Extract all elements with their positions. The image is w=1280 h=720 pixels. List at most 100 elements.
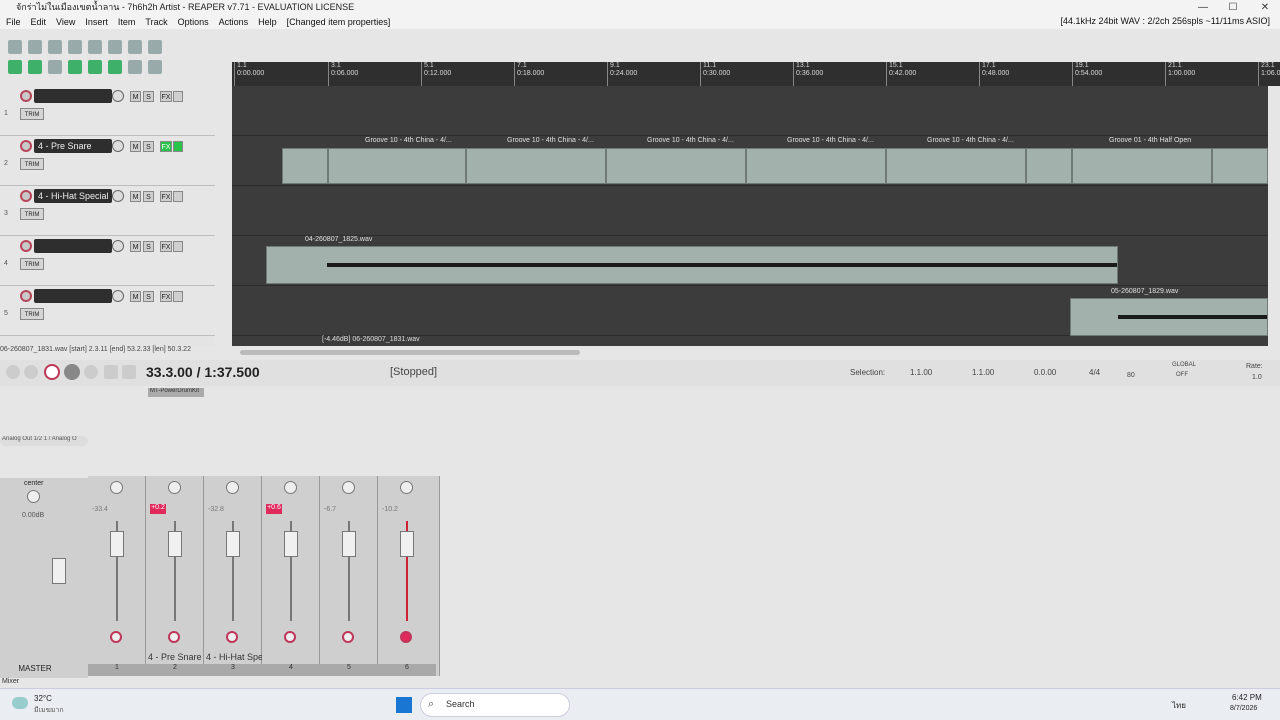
pan-knob[interactable] xyxy=(226,481,239,494)
volume-fader[interactable] xyxy=(284,531,298,557)
track-lane[interactable]: 05-260807_1829.wav xyxy=(232,286,1268,336)
track-header[interactable]: 4 M S FX TRIM xyxy=(0,236,215,286)
trim-button[interactable]: TRIM xyxy=(20,258,44,270)
volume-knob[interactable] xyxy=(112,240,124,252)
selection-start[interactable]: 1.1.00 xyxy=(910,368,932,377)
trim-button[interactable]: TRIM xyxy=(20,308,44,320)
volume-fader[interactable] xyxy=(168,531,182,557)
record-arm-button[interactable] xyxy=(284,631,296,643)
minimize-button[interactable]: — xyxy=(1188,0,1218,15)
phase-button[interactable] xyxy=(173,91,183,102)
go-start-icon[interactable] xyxy=(6,365,20,379)
ripple-icon[interactable] xyxy=(28,60,42,74)
media-item[interactable]: Groove 10 - 4th China - 4/... xyxy=(746,137,886,184)
volume-fader[interactable] xyxy=(110,531,124,557)
media-item[interactable]: Groove 01 - 4th Half Open xyxy=(1072,137,1212,184)
phase-button[interactable] xyxy=(173,191,183,202)
media-item[interactable] xyxy=(1212,148,1268,184)
trim-button[interactable]: TRIM xyxy=(20,208,44,220)
record-arm-button[interactable] xyxy=(20,90,32,102)
record-arm-button[interactable] xyxy=(20,190,32,202)
mixer-tab[interactable]: Mixer xyxy=(2,678,19,685)
menu-actions[interactable]: Actions xyxy=(219,17,249,27)
menu-file[interactable]: File xyxy=(6,17,21,27)
solo-button[interactable]: S xyxy=(143,141,154,152)
phase-button[interactable] xyxy=(173,141,183,152)
close-button[interactable]: ✕ xyxy=(1250,0,1280,15)
menu-track[interactable]: Track xyxy=(145,17,167,27)
mute-button[interactable]: M xyxy=(130,241,141,252)
pause-icon[interactable] xyxy=(122,365,136,379)
volume-fader[interactable] xyxy=(342,531,356,557)
master-routing[interactable]: Analog Out 1/2 1 / Analog O xyxy=(0,436,88,446)
trim-button[interactable]: TRIM xyxy=(20,108,44,120)
pan-knob[interactable] xyxy=(110,481,123,494)
mute-button[interactable]: M xyxy=(130,191,141,202)
track-name[interactable] xyxy=(34,239,112,253)
fx-button[interactable]: FX xyxy=(160,91,172,102)
solo-button[interactable]: S xyxy=(143,191,154,202)
media-item[interactable]: Groove 10 - 4th China - 4/... xyxy=(466,137,606,184)
volume-knob[interactable] xyxy=(112,290,124,302)
record-arm-button[interactable] xyxy=(226,631,238,643)
track-lane[interactable] xyxy=(232,86,1268,136)
envelope-points-icon[interactable] xyxy=(88,60,102,74)
weather-temp[interactable]: 32°C xyxy=(34,694,52,703)
auto-crossfade-icon[interactable] xyxy=(68,60,82,74)
fx-button[interactable]: FX xyxy=(160,291,172,302)
play-icon[interactable] xyxy=(64,364,80,380)
snap-icon[interactable] xyxy=(8,60,22,74)
solo-button[interactable]: S xyxy=(143,241,154,252)
search-input[interactable] xyxy=(420,693,570,717)
clock-date[interactable]: 8/7/2026 xyxy=(1230,705,1257,712)
go-end-icon[interactable] xyxy=(24,365,38,379)
arrange-view[interactable]: Groove 10 - 4th China - 4/... Groove 10 … xyxy=(232,86,1268,346)
track-name[interactable] xyxy=(34,89,112,103)
pan-knob[interactable] xyxy=(168,481,181,494)
horizontal-scrollbar[interactable] xyxy=(240,350,580,355)
track-name[interactable] xyxy=(34,289,112,303)
trim-behind-icon[interactable] xyxy=(148,60,162,74)
mixer-strip[interactable]: -33.4 1 xyxy=(88,476,146,676)
undo-icon[interactable] xyxy=(88,40,102,54)
mute-button[interactable]: M xyxy=(130,91,141,102)
weather-icon[interactable] xyxy=(12,697,28,709)
metronome-icon[interactable] xyxy=(128,40,142,54)
menu-item[interactable]: Item xyxy=(118,17,136,27)
language-indicator[interactable]: ไทย xyxy=(1172,699,1186,712)
track-name[interactable]: 4 - Pre Snare xyxy=(34,139,112,153)
pan-knob[interactable] xyxy=(27,490,40,503)
phase-button[interactable] xyxy=(173,291,183,302)
loop-icon[interactable] xyxy=(108,60,122,74)
phase-button[interactable] xyxy=(173,241,183,252)
mixer-strip[interactable]: -6.7 5 xyxy=(320,476,378,676)
media-item[interactable] xyxy=(1026,148,1072,184)
save-project-icon[interactable] xyxy=(48,40,62,54)
mixer-strip[interactable]: +0.6 4 xyxy=(262,476,320,676)
record-arm-button[interactable] xyxy=(20,240,32,252)
trim-button[interactable]: TRIM xyxy=(20,158,44,170)
record-arm-button[interactable] xyxy=(20,290,32,302)
bpm[interactable]: 80 xyxy=(1127,372,1135,379)
track-header[interactable]: 1 M S FX TRIM xyxy=(0,86,215,136)
volume-knob[interactable] xyxy=(112,90,124,102)
fx-button[interactable]: FX xyxy=(160,241,172,252)
project-settings-icon[interactable] xyxy=(68,40,82,54)
media-item[interactable]: Groove 10 - 4th China - 4/... xyxy=(886,137,1026,184)
media-item[interactable]: Groove 10 - 4th China - 4/... xyxy=(328,137,466,184)
volume-fader[interactable] xyxy=(226,531,240,557)
track-header[interactable]: 2 4 - Pre Snare M S FX TRIM xyxy=(0,136,215,186)
record-arm-button[interactable] xyxy=(342,631,354,643)
track-lane[interactable]: 04-260807_1825.wav xyxy=(232,236,1268,286)
track-header[interactable]: 5 M S FX TRIM xyxy=(0,286,215,336)
mute-button[interactable]: M xyxy=(130,141,141,152)
open-project-icon[interactable] xyxy=(28,40,42,54)
timeline-ruler[interactable]: 1.1 0:00.000 3.1 0:06.000 5.1 0:12.000 7.1 0… xyxy=(232,62,1280,86)
redo-icon[interactable] xyxy=(108,40,122,54)
record-button[interactable] xyxy=(44,364,60,380)
volume-fader[interactable] xyxy=(400,531,414,557)
track-lane[interactable] xyxy=(232,186,1268,236)
record-arm-button[interactable] xyxy=(400,631,412,643)
track-lane[interactable]: Groove 10 - 4th China - 4/... Groove 10 … xyxy=(232,136,1268,186)
lock-icon[interactable] xyxy=(128,60,142,74)
